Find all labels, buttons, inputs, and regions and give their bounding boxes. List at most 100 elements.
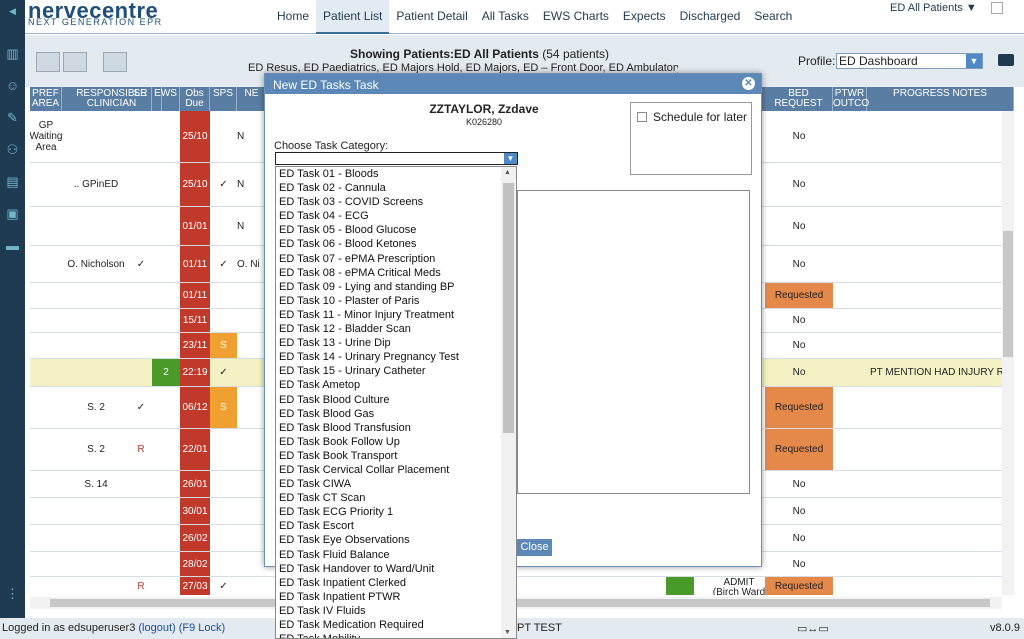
logout-link[interactable]: (logout) <box>138 622 175 634</box>
cell-ews <box>152 552 180 576</box>
dropdown-scrollbar[interactable]: ▲ ▼ <box>501 167 516 638</box>
cell-responsible-clinician <box>62 207 130 245</box>
scroll-thumb[interactable] <box>50 599 990 607</box>
col-pref-area[interactable]: PREF AREA <box>30 87 62 111</box>
cell-sr <box>130 207 152 245</box>
dropdown-option[interactable]: ED Task Mobility <box>276 632 516 638</box>
bed-icon[interactable]: ▬ <box>5 238 20 253</box>
dropdown-option[interactable]: ED Task 15 - Urinary Catheter <box>276 364 516 378</box>
dashboard-icon[interactable]: ▥ <box>5 46 20 61</box>
tab-all-tasks[interactable]: All Tasks <box>475 0 536 34</box>
cell-obs-due: 25/10 <box>180 163 210 206</box>
cell-ne: N <box>237 220 245 232</box>
syringe-icon[interactable]: ✎ <box>5 110 20 125</box>
dropdown-option[interactable]: ED Task 13 - Urine Dip <box>276 336 516 350</box>
dropdown-option[interactable]: ED Task Medication Required <box>276 618 516 632</box>
col-sr[interactable]: SR <box>130 87 152 111</box>
cell-progress-notes <box>867 333 1014 358</box>
dropdown-option[interactable]: ED Task Cervical Collar Placement <box>276 463 516 477</box>
bin-icon[interactable]: ▤ <box>5 174 20 189</box>
lock-link[interactable]: (F9 Lock) <box>179 622 225 634</box>
network-icon[interactable]: ⚇ <box>5 142 20 157</box>
dropdown-option[interactable]: ED Task CT Scan <box>276 491 516 505</box>
schedule-label[interactable]: Schedule for later <box>653 110 747 124</box>
dropdown-option[interactable]: ED Task CIWA <box>276 477 516 491</box>
scroll-thumb[interactable] <box>503 183 514 433</box>
col-ews[interactable]: EWS <box>152 87 180 111</box>
task-category-dropdown[interactable]: ED Task 01 - Bloods ED Task 02 - Cannula E… <box>275 166 517 639</box>
close-button[interactable]: Close <box>517 539 552 556</box>
schedule-checkbox[interactable] <box>637 112 647 122</box>
person-icon[interactable]: ☺ <box>5 78 20 93</box>
task-notes-textarea[interactable] <box>517 190 750 494</box>
layout-grid-button[interactable] <box>36 52 60 72</box>
tab-home[interactable]: Home <box>270 0 316 34</box>
dropdown-option[interactable]: ED Task 14 - Urinary Pregnancy Test <box>276 350 516 364</box>
popout-icon[interactable] <box>991 2 1003 14</box>
col-ne[interactable]: NE <box>237 87 267 111</box>
tab-patient-detail[interactable]: Patient Detail <box>389 0 474 34</box>
view-selector[interactable]: ED All Patients ▼ <box>890 2 977 14</box>
dropdown-option[interactable]: ED Task Blood Culture <box>276 393 516 407</box>
dropdown-option[interactable]: ED Task Book Transport <box>276 449 516 463</box>
scroll-down-icon[interactable]: ▼ <box>504 629 511 636</box>
tab-patient-list[interactable]: Patient List <box>316 0 390 34</box>
scroll-thumb[interactable] <box>1003 231 1013 357</box>
tab-search[interactable]: Search <box>747 0 799 34</box>
table-row[interactable]: R 27/03 ✓ Requested <box>30 577 1014 595</box>
profile-select[interactable]: ED Dashboard ▼ <box>836 53 983 69</box>
dropdown-option[interactable]: ED Task 09 - Lying and standing BP <box>276 280 516 294</box>
cell-responsible-clinician <box>62 333 130 358</box>
profile-label: Profile: <box>798 54 836 68</box>
cell-progress-notes <box>867 207 1014 245</box>
tab-ews-charts[interactable]: EWS Charts <box>536 0 616 34</box>
col-progress-notes[interactable]: PROGRESS NOTES <box>867 87 1014 111</box>
dropdown-option[interactable]: ED Task 04 - ECG <box>276 209 516 223</box>
cell-sps: ✓ <box>219 179 228 190</box>
layout-list-button[interactable] <box>63 52 87 72</box>
dropdown-option[interactable]: ED Task Ametop <box>276 378 516 392</box>
grid-vertical-scrollbar[interactable] <box>1002 111 1014 595</box>
dropdown-option[interactable]: ED Task Blood Gas <box>276 407 516 421</box>
close-icon[interactable]: ✕ <box>742 77 755 90</box>
dropdown-option[interactable]: ED Task Blood Transfusion <box>276 421 516 435</box>
col-obs-due[interactable]: Obs Due <box>180 87 210 111</box>
cell-ews <box>152 246 180 282</box>
screen-share-icon[interactable]: ▭↔▭ <box>797 622 829 635</box>
dropdown-option[interactable]: ED Task Inpatient PTWR <box>276 590 516 604</box>
collapse-arrow-icon[interactable]: ◀ <box>5 4 20 19</box>
dropdown-option[interactable]: ED Task 08 - ePMA Critical Meds <box>276 266 516 280</box>
dropdown-option[interactable]: ED Task 03 - COVID Screens <box>276 195 516 209</box>
dropdown-option[interactable]: ED Task Eye Observations <box>276 533 516 547</box>
cell-ews <box>152 577 180 595</box>
search-button[interactable] <box>103 52 127 72</box>
col-bed-request[interactable]: BED REQUEST <box>765 87 833 111</box>
dropdown-option[interactable]: ED Task 12 - Bladder Scan <box>276 322 516 336</box>
cell-responsible-clinician: S. 2 <box>87 444 105 455</box>
dropdown-option[interactable]: ED Task 05 - Blood Glucose <box>276 223 516 237</box>
print-icon[interactable] <box>998 54 1014 66</box>
dropdown-option[interactable]: ED Task Book Follow Up <box>276 435 516 449</box>
scroll-up-icon[interactable]: ▲ <box>504 169 511 176</box>
dropdown-option[interactable]: ED Task Inpatient Clerked <box>276 576 516 590</box>
cell-ews <box>152 309 180 332</box>
dropdown-option[interactable]: ED Task 02 - Cannula <box>276 181 516 195</box>
dropdown-option[interactable]: ED Task 11 - Minor Injury Treatment <box>276 308 516 322</box>
dropdown-option[interactable]: ED Task IV Fluids <box>276 604 516 618</box>
dropdown-option[interactable]: ED Task Escort <box>276 519 516 533</box>
dropdown-option[interactable]: ED Task Fluid Balance <box>276 548 516 562</box>
dropdown-option[interactable]: ED Task 01 - Bloods <box>276 167 516 181</box>
col-sps[interactable]: SPS <box>210 87 237 111</box>
dropdown-option[interactable]: ED Task 07 - ePMA Prescription <box>276 252 516 266</box>
cell-bed-request: No <box>792 505 806 517</box>
more-icon[interactable]: ⋮ <box>5 586 20 601</box>
task-category-select[interactable]: ▼ <box>275 152 518 165</box>
clipboard-icon[interactable]: ▣ <box>5 206 20 221</box>
dropdown-option[interactable]: ED Task ECG Priority 1 <box>276 505 516 519</box>
tab-discharged[interactable]: Discharged <box>673 0 748 34</box>
tab-expects[interactable]: Expects <box>616 0 673 34</box>
col-ptwr-outcome[interactable]: PTWR OUTCO <box>833 87 869 111</box>
dropdown-option[interactable]: ED Task Handover to Ward/Unit <box>276 562 516 576</box>
dropdown-option[interactable]: ED Task 06 - Blood Ketones <box>276 237 516 251</box>
dropdown-option[interactable]: ED Task 10 - Plaster of Paris <box>276 294 516 308</box>
